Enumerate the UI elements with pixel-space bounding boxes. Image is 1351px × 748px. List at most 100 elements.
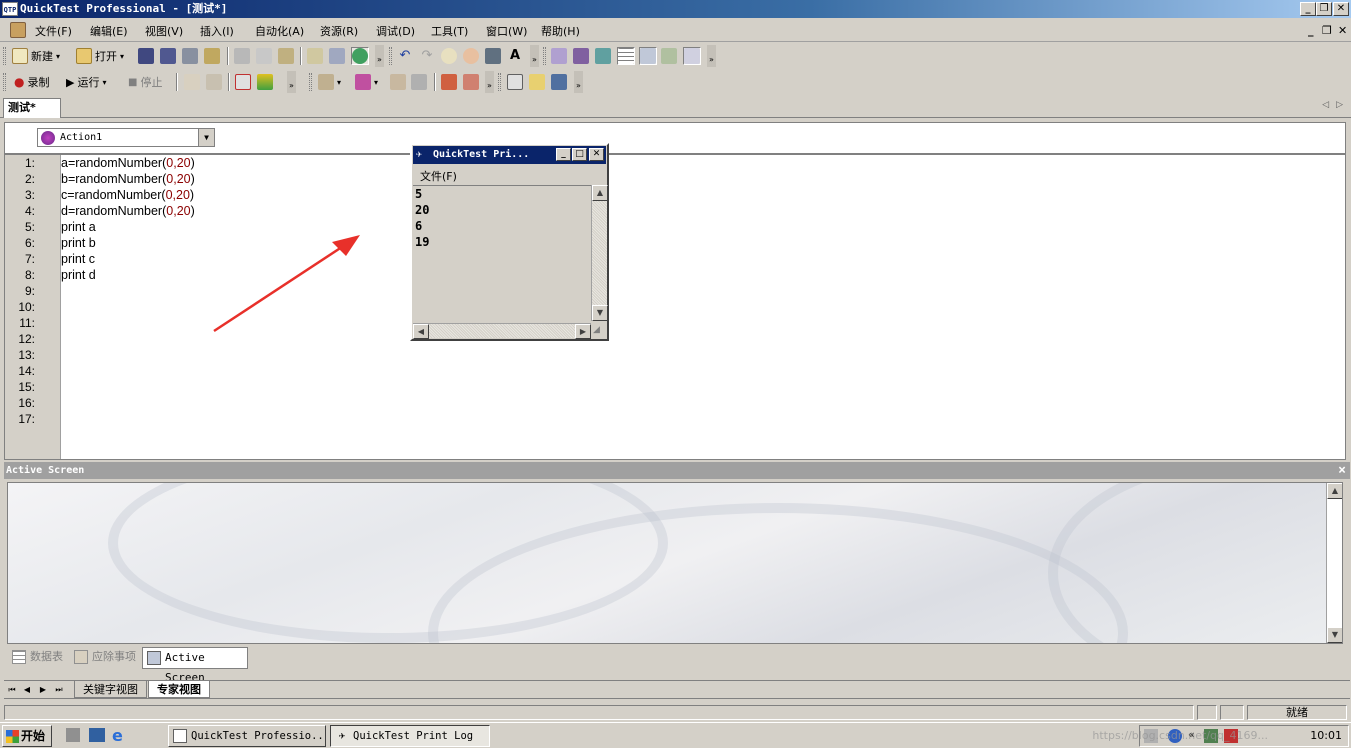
resources-button[interactable] (573, 47, 589, 65)
code-line[interactable]: d=randomNumber(0,20) (61, 204, 195, 218)
scroll-up-icon[interactable]: ▲ (592, 185, 608, 201)
scroll-left-icon[interactable]: ◀ (413, 324, 429, 339)
menu-window[interactable]: 窗口(W) (486, 23, 527, 39)
active-screen-close-button[interactable]: × (1338, 462, 1346, 479)
print-log-maximize-button[interactable]: □ (572, 148, 587, 161)
undo-button[interactable]: ↶ (397, 47, 413, 65)
save-all-button[interactable] (160, 47, 176, 65)
tab-scroll-left-icon[interactable]: ◁ (1322, 100, 1329, 110)
object-repository-button[interactable] (329, 47, 345, 65)
toolbar-overflow-chevron[interactable]: » (574, 71, 583, 93)
active-screen-vertical-scrollbar[interactable]: ▲ ▼ (1326, 483, 1342, 643)
tab-missing-resources[interactable]: 应除事项 (70, 647, 140, 669)
new-button[interactable]: 新建 ▾ (12, 47, 60, 65)
test-flow-button[interactable] (551, 47, 567, 65)
mdi-minimize-button[interactable]: _ (1308, 24, 1314, 37)
start-button[interactable]: 开始 (2, 725, 52, 747)
toolbar-grip[interactable] (3, 73, 6, 91)
show-desktop-icon[interactable] (66, 728, 80, 742)
action-select[interactable]: Action1 ▼ (37, 128, 215, 147)
cut-button[interactable] (234, 47, 250, 65)
stop-button[interactable]: ■ 停止 (128, 73, 162, 91)
mdi-close-button[interactable]: ✕ (1338, 24, 1347, 37)
print-log-window[interactable]: ✈ QuickTest Pri... _ □ ✕ 文件(F) 5 20 6 19… (410, 143, 609, 341)
restore-button[interactable]: ❐ (1316, 2, 1332, 16)
last-tab-icon[interactable]: ⏭ (54, 684, 64, 696)
find-button[interactable] (485, 47, 501, 65)
menu-resources[interactable]: 资源(R) (320, 23, 358, 39)
task-print-log[interactable]: ✈ QuickTest Print Log (330, 725, 490, 747)
task-quicktest-professional[interactable]: QuickTest Professio... (168, 725, 326, 747)
resize-grip-icon[interactable]: ◢ (593, 325, 605, 337)
debug-viewer-button[interactable] (661, 47, 677, 65)
step-button[interactable]: ▾ (318, 73, 341, 91)
next-tab-icon[interactable]: ▶ (38, 684, 48, 696)
menu-debug[interactable]: 调试(D) (376, 23, 415, 39)
tab-keyword-view[interactable]: 关键字视图 (74, 681, 147, 698)
tab-test-document[interactable]: 测试* (3, 98, 61, 118)
toolbar-grip[interactable] (498, 73, 501, 91)
check-syntax-button[interactable] (351, 47, 369, 65)
output-value-button[interactable] (257, 73, 273, 91)
code-line[interactable]: print d (61, 268, 96, 282)
save-button[interactable] (138, 47, 154, 65)
computer-icon[interactable] (89, 728, 105, 742)
code-line[interactable]: c=randomNumber(0,20) (61, 188, 194, 202)
document-menu-icon[interactable] (10, 22, 26, 38)
code-line[interactable]: print c (61, 252, 95, 266)
tab-data-table[interactable]: 数据表 (8, 647, 68, 669)
mdi-restore-button[interactable]: ❐ (1322, 24, 1332, 37)
test-settings-button[interactable] (529, 73, 545, 91)
menu-tools[interactable]: 工具(T) (431, 23, 468, 39)
menu-view[interactable]: 视图(V) (145, 23, 183, 39)
uncomment-button[interactable] (463, 47, 479, 65)
print-log-vertical-scrollbar[interactable]: ▲ ▼ (591, 185, 608, 321)
scroll-up-icon[interactable]: ▲ (1327, 483, 1342, 499)
data-table-toggle-button[interactable] (617, 47, 635, 65)
analog-recording-button[interactable] (184, 73, 200, 91)
toolbar-grip[interactable] (309, 73, 312, 91)
close-button[interactable]: ✕ (1333, 2, 1349, 16)
toolbar-overflow-chevron[interactable]: » (375, 45, 384, 67)
code-line[interactable]: print a (61, 220, 96, 234)
toolbar-overflow-chevron[interactable]: » (287, 71, 296, 93)
previous-tab-icon[interactable]: ◀ (22, 684, 32, 696)
toolbar-grip[interactable] (543, 47, 546, 65)
scroll-down-icon[interactable]: ▼ (1327, 627, 1342, 643)
code-line[interactable]: a=randomNumber(0,20) (61, 156, 195, 170)
first-tab-icon[interactable]: ⏮ (7, 684, 17, 696)
internet-explorer-icon[interactable]: e (112, 726, 123, 745)
redo-button[interactable]: ↷ (419, 47, 435, 65)
print-log-menu-file[interactable]: 文件(F) (420, 168, 457, 184)
tab-scroll-right-icon[interactable]: ▷ (1336, 100, 1343, 110)
paste-button[interactable] (278, 47, 294, 65)
toolbar-grip[interactable] (389, 47, 392, 65)
tab-active-screen[interactable]: Active Screen (142, 647, 248, 684)
scroll-right-icon[interactable]: ▶ (575, 324, 591, 339)
menu-file[interactable]: 文件(F) (35, 23, 72, 39)
record-button[interactable]: ● 录制 (14, 73, 49, 91)
toolbar-overflow-chevron[interactable]: » (530, 45, 539, 67)
scroll-down-icon[interactable]: ▼ (592, 305, 608, 321)
print-button[interactable] (182, 47, 198, 65)
chevron-down-icon[interactable]: ▼ (198, 129, 214, 146)
code-line[interactable]: print b (61, 236, 96, 250)
insert-breakpoint-button[interactable] (441, 73, 457, 91)
copy-button[interactable] (256, 47, 272, 65)
information-pane-button[interactable] (683, 47, 701, 65)
object-spy-button[interactable] (507, 73, 523, 91)
print-log-close-button[interactable]: ✕ (589, 148, 604, 161)
print-preview-button[interactable] (204, 47, 220, 65)
toolbar-grip[interactable] (3, 47, 6, 65)
active-screen-toggle-button[interactable] (639, 47, 657, 65)
active-screen-canvas[interactable]: ▲ ▼ (7, 482, 1343, 644)
edit-step-button[interactable] (307, 47, 323, 65)
replace-button[interactable]: A (507, 47, 523, 65)
menu-help[interactable]: 帮助(H) (541, 23, 580, 39)
menu-automation[interactable]: 自动化(A) (255, 23, 304, 39)
print-log-minimize-button[interactable]: _ (556, 148, 571, 161)
toolbar-overflow-chevron[interactable]: » (485, 71, 494, 93)
comment-button[interactable] (441, 47, 457, 65)
open-button[interactable]: 打开 ▾ (76, 47, 124, 65)
minimize-button[interactable]: _ (1300, 2, 1316, 16)
